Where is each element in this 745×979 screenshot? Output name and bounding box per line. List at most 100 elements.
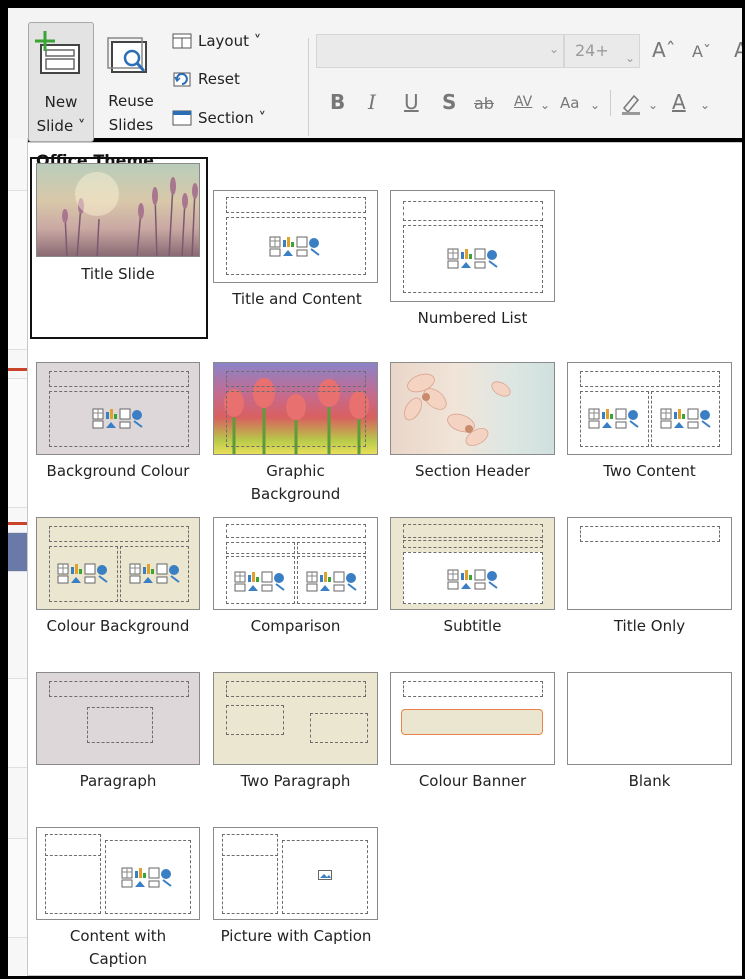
chevron-down-icon[interactable]: ⌄ (700, 98, 710, 112)
title-only-thumbnail (567, 517, 732, 610)
chevron-down-icon[interactable]: ⌄ (648, 98, 658, 112)
layout-button[interactable]: Layout ˅ (172, 30, 261, 52)
reuse-slides-icon (107, 37, 147, 73)
title-placeholder (580, 526, 720, 542)
content-icons (92, 407, 144, 429)
title-placeholder (226, 524, 366, 538)
title-placeholder (403, 681, 543, 697)
paragraph-thumbnail (36, 672, 200, 765)
reuse-slides-label-2: Slides (108, 116, 154, 134)
underline-button[interactable]: U (404, 90, 419, 114)
chevron-down-icon[interactable]: ⌄ (549, 42, 559, 56)
chevron-down-icon[interactable]: ⌄ (590, 98, 600, 112)
chevron-down-icon[interactable]: ⌄ (625, 42, 635, 74)
slide-thumbnail[interactable] (8, 532, 28, 572)
content-icons (121, 866, 173, 888)
slide-thumbnail[interactable] (8, 838, 28, 938)
bold-button[interactable]: B (330, 90, 345, 114)
content-placeholder (226, 391, 366, 447)
ribbon: New Slide ˅ Reuse Slides Layout ˅ Reset … (8, 8, 745, 142)
strip-accent (8, 522, 28, 525)
italic-button[interactable]: I (368, 90, 376, 114)
content-with-caption-thumbnail (36, 827, 200, 920)
subtitle-placeholder (403, 540, 543, 548)
section-header-thumbnail (390, 362, 555, 455)
new-slide-button[interactable]: New Slide ˅ (28, 22, 94, 142)
slide-thumbnail[interactable] (8, 378, 28, 508)
slide-thumbnail[interactable] (8, 678, 28, 768)
text-shadow-button[interactable]: S (442, 90, 456, 114)
increase-font-size-button[interactable]: Aˆ (652, 38, 676, 62)
strikethrough-button[interactable]: ab (474, 94, 494, 113)
slide-thumbnail-strip[interactable] (8, 138, 28, 976)
colour-background-thumbnail (36, 517, 200, 610)
decrease-font-size-button[interactable]: Aˇ (692, 42, 711, 61)
reset-icon (173, 72, 191, 87)
background-colour-thumbnail (36, 362, 200, 455)
right-paragraph-placeholder (310, 713, 368, 743)
content-icons (234, 570, 286, 592)
content-icons (269, 235, 321, 257)
reset-button[interactable]: Reset (172, 68, 240, 90)
layout-icon (172, 33, 192, 49)
layout-caption-line1: Content with (69, 927, 167, 945)
reuse-slides-button[interactable]: Reuse Slides (98, 22, 164, 142)
font-size-combobox[interactable]: 24+ ⌄ (564, 34, 640, 68)
picture-with-caption-thumbnail (213, 827, 378, 920)
font-color-button[interactable]: A (672, 90, 686, 114)
chevron-down-icon[interactable]: ⌄ (540, 98, 550, 112)
paragraph-placeholder (87, 707, 153, 743)
subtitle-thumbnail (390, 517, 555, 610)
layout-label: Layout ˅ (198, 32, 262, 50)
new-slide-label-2: Slide ˅ (36, 117, 86, 135)
blank-thumbnail (567, 672, 732, 765)
section-icon (172, 110, 192, 126)
layout-caption: Two Paragraph (240, 772, 351, 790)
font-size-value: 24+ (575, 41, 609, 60)
layout-caption: Subtitle (443, 617, 502, 635)
colour-banner-shape (401, 709, 543, 735)
layout-caption: Colour Banner (418, 772, 527, 790)
layout-caption: Two Content (603, 462, 696, 480)
content-icons (447, 568, 499, 590)
layout-caption-line2: Background (250, 485, 341, 503)
layout-caption: Comparison (250, 617, 341, 635)
strip-accent (8, 368, 28, 371)
title-placeholder (226, 197, 366, 213)
format-separator (610, 90, 611, 116)
content-icons (588, 407, 640, 429)
change-case-button[interactable]: Aa (560, 94, 579, 112)
title-placeholder (226, 681, 366, 697)
ribbon-separator (308, 38, 309, 136)
left-paragraph-placeholder (226, 705, 284, 735)
title-placeholder (580, 371, 720, 387)
character-spacing-button[interactable]: AV (514, 94, 532, 110)
caption-text-placeholder (45, 858, 101, 914)
layout-caption: Picture with Caption (220, 927, 372, 945)
title-slide-thumbnail (36, 163, 200, 257)
graphic-background-thumbnail (213, 362, 378, 455)
layout-caption: Background Colour (46, 462, 190, 480)
picture-icon (318, 870, 332, 880)
new-slide-label: New (44, 93, 78, 111)
comparison-thumbnail (213, 517, 378, 610)
layout-caption: Paragraph (79, 772, 157, 790)
content-icons (660, 407, 712, 429)
layout-caption: Title Slide (81, 265, 155, 283)
title-placeholder (49, 371, 189, 387)
title-placeholder (49, 681, 189, 697)
layout-gallery: Office Theme Title Slide Title and Conte… (27, 142, 745, 976)
right-heading-placeholder (297, 542, 366, 554)
layout-caption: Blank (628, 772, 671, 790)
two-content-thumbnail (567, 362, 732, 455)
title-placeholder (403, 201, 543, 221)
highlight-pen-icon[interactable] (620, 92, 642, 116)
slide-thumbnail[interactable] (8, 190, 28, 350)
new-slide-icon (35, 31, 80, 74)
caption-text-placeholder (222, 858, 278, 914)
flower-photo-icon (404, 373, 511, 446)
content-icons (129, 562, 181, 584)
section-button[interactable]: Section ˅ (172, 107, 266, 129)
title-placeholder (403, 524, 543, 538)
font-name-combobox[interactable]: ⌄ (316, 34, 564, 68)
